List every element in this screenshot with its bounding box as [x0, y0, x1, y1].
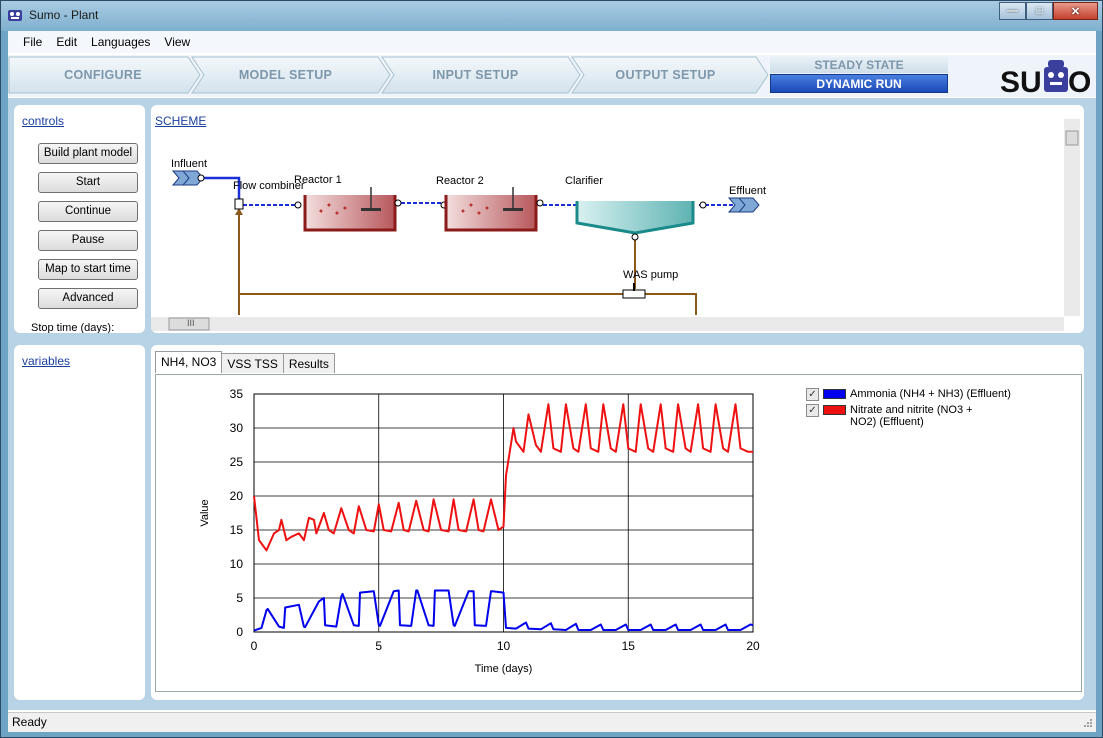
advanced-button[interactable]: Advanced	[38, 288, 138, 309]
legend-item-ammonia[interactable]: ✓ Ammonia (NH4 + NH3) (Effluent)	[806, 388, 1030, 401]
y-axis-label: Value	[199, 499, 211, 526]
stop-time-label: Stop time (days):	[31, 322, 115, 333]
x-tick-label: 10	[497, 639, 511, 653]
menu-file[interactable]: File	[16, 31, 49, 53]
status-bar: Ready	[8, 712, 1096, 732]
minimize-button[interactable]: —	[999, 2, 1026, 20]
y-tick-label: 0	[236, 625, 243, 639]
y-tick-label: 25	[230, 455, 244, 469]
label-reactor-2: Reactor 2	[436, 175, 484, 187]
y-tick-label: 20	[230, 489, 244, 503]
scheme-horizontal-scrollbar[interactable]	[151, 317, 1064, 331]
x-tick-label: 20	[746, 639, 760, 653]
menu-view[interactable]: View	[157, 31, 197, 53]
y-tick-label: 10	[230, 557, 244, 571]
process-scheme	[151, 119, 1080, 331]
pause-button[interactable]: Pause	[38, 230, 138, 251]
window-title: Sumo - Plant	[29, 8, 99, 22]
step-output-setup[interactable]: OUTPUT SETUP	[578, 57, 753, 93]
workflow-step-bar: CONFIGURE MODEL SETUP INPUT SETUP OUTPUT…	[8, 55, 1096, 97]
plot-frame: 0 5 10 15 20 25 30 35 0 5 10 15 20 Time (days) Value ✓…	[155, 374, 1082, 692]
variables-link[interactable]: variables	[22, 354, 70, 368]
legend-item-nitrate[interactable]: ✓ Nitrate and nitrite (NO3 + NO2) (Efflu…	[806, 404, 974, 428]
step-dynamic-run[interactable]: DYNAMIC RUN	[770, 74, 948, 93]
continue-button[interactable]: Continue	[38, 201, 138, 222]
legend-checkbox-ammonia[interactable]: ✓	[806, 388, 819, 401]
label-reactor-1: Reactor 1	[294, 174, 342, 186]
step-input-setup[interactable]: INPUT SETUP	[388, 57, 563, 93]
legend-checkbox-nitrate[interactable]: ✓	[806, 404, 819, 417]
x-tick-label: 15	[622, 639, 636, 653]
legend-label-nitrate: Nitrate and nitrite (NO3 + NO2) (Effluen…	[850, 404, 973, 428]
tab-results[interactable]: Results	[282, 353, 335, 373]
plot-panel: NH4, NO3 VSS TSS Results 0 5 10 15 20 25 30 35 0…	[151, 345, 1084, 700]
svg-text:SU: SU	[1000, 66, 1042, 95]
tab-vss-tss[interactable]: VSS TSS	[221, 353, 284, 373]
title-bar: Sumo - Plant — □ ✕	[1, 1, 1102, 31]
menu-languages[interactable]: Languages	[84, 31, 157, 53]
x-axis-label: Time (days)	[475, 663, 533, 675]
menu-edit[interactable]: Edit	[49, 31, 84, 53]
label-was-pump: WAS pump	[623, 269, 679, 281]
svg-text:O: O	[1068, 66, 1090, 95]
legend-swatch-nitrate	[823, 405, 846, 415]
close-button[interactable]: ✕	[1053, 2, 1098, 20]
panel-area: controls Build plant model Start Continu…	[8, 98, 1096, 710]
controls-panel: controls Build plant model Start Continu…	[14, 105, 145, 333]
map-to-start-time-button[interactable]: Map to start time	[38, 259, 138, 280]
label-influent: Influent	[171, 158, 208, 170]
scheme-vertical-scrollbar[interactable]	[1064, 119, 1080, 316]
tab-nh4-no3[interactable]: NH4, NO3	[155, 351, 223, 373]
client-area: File Edit Languages View CONFIGURE MODEL…	[8, 31, 1096, 732]
step-configure[interactable]: CONFIGURE	[18, 57, 188, 93]
y-tick-label: 35	[230, 387, 244, 401]
label-effluent: Effluent	[729, 185, 767, 197]
resize-grip-icon[interactable]	[1083, 718, 1093, 728]
variables-panel: variables	[14, 345, 145, 700]
start-button[interactable]: Start	[38, 172, 138, 193]
scheme-panel: SCHEME Influent Flow combiner Reactor 1 …	[151, 105, 1084, 333]
controls-link[interactable]: controls	[22, 114, 64, 128]
menu-bar: File Edit Languages View	[8, 31, 1096, 53]
app-window: Sumo - Plant — □ ✕ File Edit Languages V…	[0, 0, 1103, 738]
y-tick-label: 15	[230, 523, 244, 537]
plot-tabs: NH4, NO3 VSS TSS Results	[155, 351, 335, 373]
legend-swatch-ammonia	[823, 389, 846, 399]
build-plant-model-button[interactable]: Build plant model	[38, 143, 138, 164]
y-tick-label: 5	[236, 591, 243, 605]
app-icon	[8, 10, 22, 21]
step-model-setup[interactable]: MODEL SETUP	[198, 57, 373, 93]
status-text: Ready	[12, 715, 47, 729]
maximize-button[interactable]: □	[1026, 2, 1053, 20]
label-clarifier: Clarifier	[565, 175, 603, 187]
y-tick-label: 30	[230, 421, 244, 435]
step-steady-state[interactable]: STEADY STATE	[770, 57, 948, 73]
legend-label-ammonia: Ammonia (NH4 + NH3) (Effluent)	[850, 388, 1011, 400]
sumo-logo-icon: SU O	[1000, 60, 1090, 95]
x-tick-label: 5	[375, 639, 382, 653]
x-tick-label: 0	[251, 639, 258, 653]
